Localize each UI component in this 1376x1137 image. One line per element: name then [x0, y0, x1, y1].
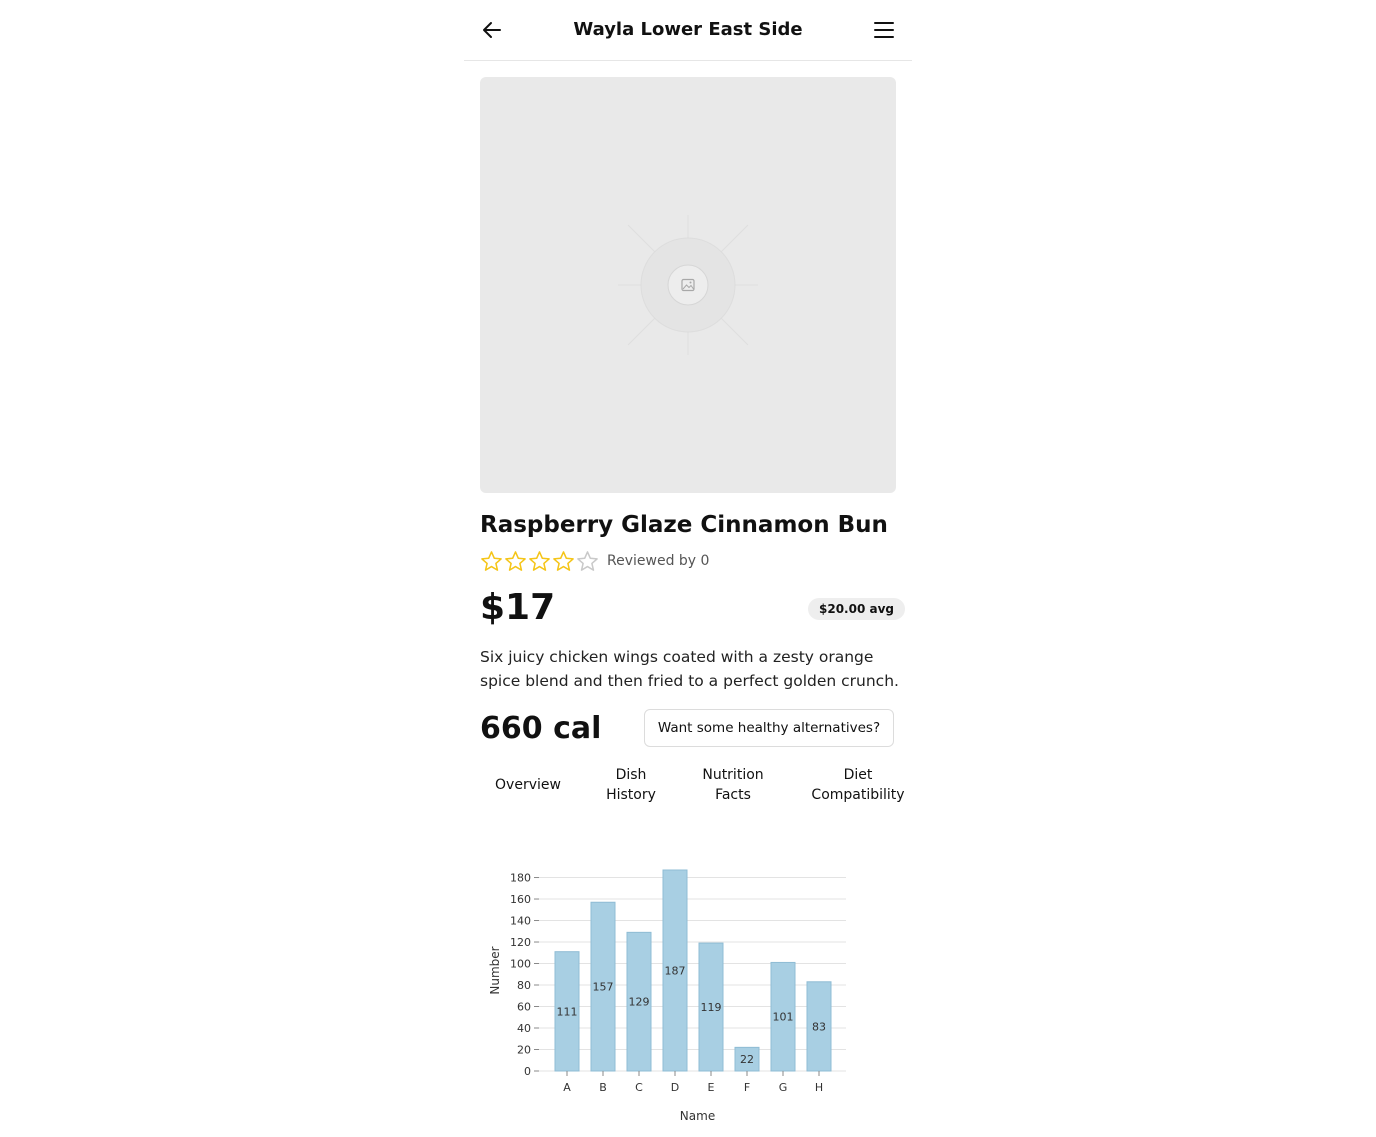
- page-title: Wayla Lower East Side: [573, 19, 803, 40]
- x-tick-label: A: [563, 1081, 571, 1094]
- y-tick-label: 60: [517, 1001, 531, 1014]
- bar-value-label: 83: [812, 1020, 826, 1033]
- image-placeholder-icon: [618, 215, 758, 355]
- y-tick-label: 80: [517, 979, 531, 992]
- healthy-alternatives-button[interactable]: Want some healthy alternatives?: [644, 709, 894, 747]
- bar-value-label: 119: [701, 1001, 722, 1014]
- y-tick-label: 140: [510, 915, 531, 928]
- x-axis-label: Name: [680, 1109, 715, 1123]
- bar-value-label: 157: [593, 981, 614, 994]
- dish-image-placeholder: [480, 77, 896, 493]
- dish-description: Six juicy chicken wings coated with a ze…: [480, 648, 899, 690]
- x-tick-label: E: [708, 1081, 715, 1094]
- menu-button[interactable]: [872, 16, 896, 44]
- star-empty-icon: [577, 550, 598, 571]
- dish-price: $17: [480, 587, 556, 628]
- dish-name: Raspberry Glaze Cinnamon Bun: [480, 512, 888, 538]
- top-bar: Wayla Lower East Side: [464, 0, 912, 61]
- bar-value-label: 129: [629, 996, 650, 1009]
- y-tick-label: 180: [510, 872, 531, 885]
- star-filled-icon: [505, 550, 526, 571]
- average-price-badge: $20.00 avg: [808, 598, 905, 620]
- bar-value-label: 101: [773, 1011, 794, 1024]
- back-button[interactable]: [480, 16, 504, 44]
- dish-tabs: Overview Dish History Nutrition Facts Di…: [480, 762, 910, 810]
- x-tick-label: F: [744, 1081, 750, 1094]
- bar-value-label: 111: [557, 1005, 578, 1018]
- tab-nutrition-facts[interactable]: Nutrition Facts: [696, 762, 770, 808]
- tab-dish-history[interactable]: Dish History: [596, 762, 666, 808]
- bar-chart: 0 20 40 60 80 100 120 140 160 180 111 A 157 B 129 C 187 D…: [488, 869, 846, 1123]
- y-tick-label: 0: [524, 1065, 531, 1078]
- x-tick-label: H: [815, 1081, 823, 1094]
- phone-screen: Wayla Lower East Side Raspberry Glaze Ci…: [464, 0, 912, 1137]
- tab-overview[interactable]: Overview: [480, 762, 576, 808]
- x-tick-label: B: [599, 1081, 607, 1094]
- tab-diet-compatibility[interactable]: Diet Compatibility: [806, 762, 910, 808]
- arrow-left-icon: [483, 22, 501, 38]
- y-tick-label: 100: [510, 958, 531, 971]
- bar-value-label: 22: [740, 1053, 754, 1066]
- x-tick-label: C: [635, 1081, 643, 1094]
- hamburger-menu-icon: [874, 22, 894, 38]
- star-filled-icon: [481, 550, 502, 571]
- y-tick-label: 120: [510, 936, 531, 949]
- calorie-count: 660 cal: [480, 711, 602, 746]
- x-tick-label: D: [671, 1081, 679, 1094]
- y-tick-label: 20: [517, 1044, 531, 1057]
- y-tick-label: 160: [510, 893, 531, 906]
- review-count: Reviewed by 0: [607, 553, 710, 569]
- star-filled-icon: [553, 550, 574, 571]
- star-rating: [480, 550, 599, 573]
- rating-row: Reviewed by 0: [480, 548, 709, 574]
- y-axis-label: Number: [488, 946, 502, 994]
- y-tick-label: 40: [517, 1022, 531, 1035]
- x-tick-label: G: [779, 1081, 788, 1094]
- bar-value-label: 187: [665, 965, 686, 978]
- star-filled-icon: [529, 550, 550, 571]
